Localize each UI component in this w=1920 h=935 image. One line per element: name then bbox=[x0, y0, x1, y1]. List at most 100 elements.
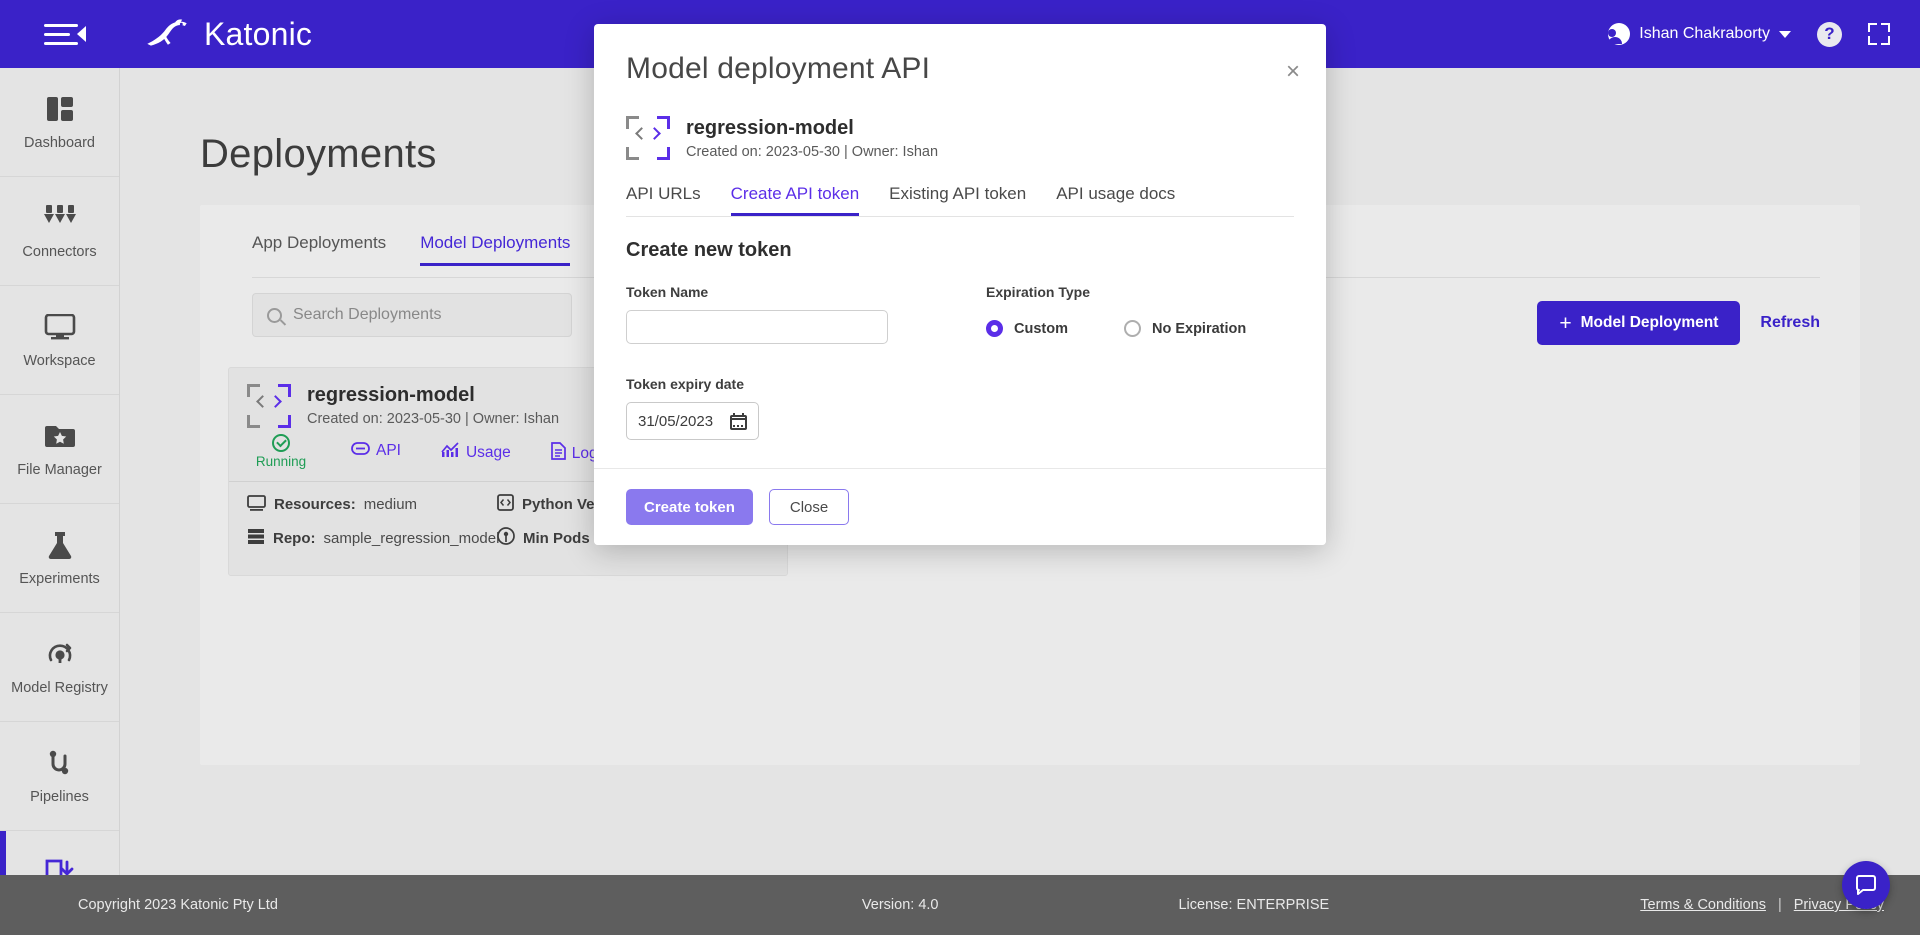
resources-key: Resources: bbox=[274, 496, 356, 513]
code-icon bbox=[497, 494, 514, 515]
sidebar-item-dashboard[interactable]: Dashboard bbox=[0, 68, 119, 177]
sidebar-item-label: Connectors bbox=[22, 244, 97, 260]
tab-model-deployments[interactable]: Model Deployments bbox=[420, 233, 571, 266]
usage-link[interactable]: Usage bbox=[441, 434, 511, 463]
dashboard-icon bbox=[43, 93, 77, 125]
user-name: Ishan Chakraborty bbox=[1639, 25, 1770, 42]
sidebar-item-label: Workspace bbox=[23, 353, 96, 369]
add-button-label: Model Deployment bbox=[1580, 314, 1719, 331]
search-placeholder: Search Deployments bbox=[293, 306, 442, 323]
modal-title: Model deployment API bbox=[626, 52, 931, 85]
pipelines-icon bbox=[43, 747, 77, 779]
avatar bbox=[1608, 23, 1631, 45]
usage-link-label: Usage bbox=[465, 443, 511, 461]
brand-name: Katonic bbox=[204, 15, 313, 52]
code-brackets-icon bbox=[626, 116, 670, 160]
link-icon bbox=[351, 442, 370, 460]
connectors-icon bbox=[43, 202, 77, 234]
repo-value: sample_regression_model bbox=[323, 529, 500, 547]
api-link[interactable]: API bbox=[351, 434, 401, 460]
section-title: Create new token bbox=[626, 239, 792, 261]
pods-icon bbox=[497, 527, 515, 549]
search-deployments-input[interactable]: Search Deployments bbox=[252, 293, 572, 337]
modal-footer: Create token Close bbox=[594, 468, 1326, 545]
brand-logo-area[interactable]: Katonic bbox=[140, 16, 312, 53]
sidebar-item-pipelines[interactable]: Pipelines bbox=[0, 722, 119, 831]
sidebar-navigation: Dashboard Connectors Workspace File Mana… bbox=[0, 68, 120, 935]
copyright-text: Copyright 2023 Katonic Pty Ltd bbox=[78, 897, 278, 913]
fullscreen-icon[interactable] bbox=[1868, 23, 1890, 45]
deployment-subtitle: Created on: 2023-05-30 | Owner: Ishan bbox=[307, 411, 560, 427]
folder-star-icon bbox=[43, 420, 77, 452]
radio-custom-label: Custom bbox=[1014, 320, 1068, 337]
chart-icon bbox=[441, 442, 460, 463]
token-expiry-date-label: Token expiry date bbox=[626, 376, 745, 392]
expiration-type-label: Expiration Type bbox=[986, 284, 1090, 300]
kangaroo-logo-icon bbox=[140, 17, 194, 51]
sidebar-item-label: Model Registry bbox=[11, 680, 108, 696]
token-name-label: Token Name bbox=[626, 284, 709, 300]
modal-body: Create new token Token Name Expiration T… bbox=[594, 217, 1326, 468]
sidebar-item-file-manager[interactable]: File Manager bbox=[0, 395, 119, 504]
flask-icon bbox=[43, 529, 77, 561]
model-deployment-api-modal: Model deployment API × regression-model … bbox=[594, 24, 1326, 545]
user-menu[interactable]: Ishan Chakraborty bbox=[1608, 23, 1791, 45]
sidebar-item-label: Experiments bbox=[19, 571, 100, 587]
sidebar-item-label: File Manager bbox=[17, 462, 102, 478]
deployment-name: regression-model bbox=[307, 384, 475, 406]
radio-custom[interactable]: Custom bbox=[986, 320, 1068, 337]
radio-button-icon bbox=[1123, 320, 1141, 337]
sidebar-item-connectors[interactable]: Connectors bbox=[0, 177, 119, 286]
resources-value: medium bbox=[363, 496, 418, 513]
sidebar-item-workspace[interactable]: Workspace bbox=[0, 286, 119, 395]
status-badge: Running bbox=[251, 434, 311, 469]
search-icon bbox=[267, 307, 282, 323]
sidebar-item-model-registry[interactable]: Model Registry bbox=[0, 613, 119, 722]
modal-model-subtitle: Created on: 2023-05-30 | Owner: Ishan bbox=[686, 143, 939, 160]
help-icon[interactable]: ? bbox=[1817, 21, 1842, 47]
repo-cell: Repo: sample_regression_model bbox=[247, 527, 500, 549]
panel-actions: + Model Deployment Refresh bbox=[1537, 301, 1820, 345]
close-icon[interactable]: × bbox=[1286, 60, 1300, 84]
tab-api-urls[interactable]: API URLs bbox=[626, 184, 701, 216]
check-circle-icon bbox=[272, 434, 290, 452]
sidebar-item-label: Dashboard bbox=[24, 135, 95, 151]
tab-existing-api-token[interactable]: Existing API token bbox=[889, 184, 1026, 216]
tab-app-deployments[interactable]: App Deployments bbox=[252, 233, 386, 265]
chevron-down-icon bbox=[1779, 30, 1791, 38]
code-brackets-icon bbox=[247, 384, 291, 428]
token-expiry-date-input[interactable]: 31/05/2023 bbox=[626, 402, 759, 440]
tab-api-usage-docs[interactable]: API usage docs bbox=[1056, 184, 1175, 216]
add-model-deployment-button[interactable]: + Model Deployment bbox=[1537, 301, 1741, 345]
license-text: License: ENTERPRISE bbox=[1178, 897, 1330, 913]
radio-no-expiration[interactable]: No Expiration bbox=[1123, 320, 1247, 337]
sidebar-item-experiments[interactable]: Experiments bbox=[0, 504, 119, 613]
plus-icon: + bbox=[1559, 311, 1572, 335]
expiry-date-value: 31/05/2023 bbox=[638, 412, 714, 430]
document-icon bbox=[550, 442, 566, 465]
radio-no-expiration-label: No Expiration bbox=[1151, 320, 1247, 337]
token-name-input[interactable] bbox=[626, 310, 888, 344]
close-button[interactable]: Close bbox=[768, 489, 850, 525]
refresh-button[interactable]: Refresh bbox=[1760, 314, 1820, 332]
model-registry-icon bbox=[43, 638, 77, 670]
chat-support-button[interactable] bbox=[1842, 861, 1890, 909]
modal-model-info: regression-model Created on: 2023-05-30 … bbox=[594, 86, 1326, 160]
server-icon bbox=[247, 528, 265, 549]
tab-create-api-token[interactable]: Create API token bbox=[730, 184, 859, 216]
radio-button-icon bbox=[986, 320, 1003, 337]
resources-cell: Resources: medium bbox=[247, 494, 497, 515]
calendar-icon[interactable] bbox=[730, 412, 747, 430]
min-pods-key: Min Pods : bbox=[523, 529, 599, 547]
page-footer: Copyright 2023 Katonic Pty Ltd Version: … bbox=[0, 875, 1920, 935]
sidebar-item-label: Pipelines bbox=[30, 789, 89, 805]
chat-icon bbox=[1856, 875, 1876, 895]
monitor-icon bbox=[247, 494, 266, 515]
modal-model-name: regression-model bbox=[686, 116, 854, 139]
status-text: Running bbox=[255, 454, 307, 469]
repo-key: Repo: bbox=[273, 529, 316, 547]
create-token-button[interactable]: Create token bbox=[626, 489, 753, 525]
terms-and-conditions-link[interactable]: Terms & Conditions bbox=[1640, 897, 1766, 913]
menu-collapse-icon[interactable] bbox=[44, 19, 86, 49]
api-link-label: API bbox=[376, 442, 401, 459]
